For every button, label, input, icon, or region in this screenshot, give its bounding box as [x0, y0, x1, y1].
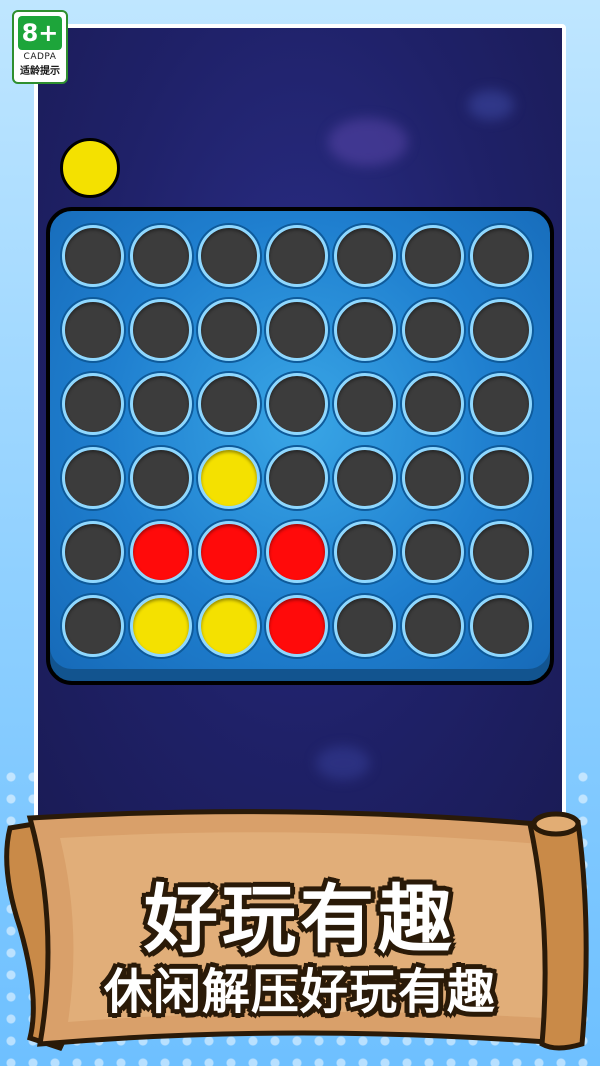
board-cell-empty[interactable]: [334, 225, 396, 287]
game-board[interactable]: [46, 207, 554, 685]
board-cell-empty[interactable]: [62, 447, 124, 509]
banner-title: 好玩有趣: [144, 877, 456, 963]
board-cell-empty[interactable]: [62, 299, 124, 361]
board-cell-empty[interactable]: [470, 447, 532, 509]
board-cell-empty[interactable]: [130, 225, 192, 287]
age-rating-badge: 8+ CADPA 适龄提示: [12, 10, 68, 84]
board-cell-empty[interactable]: [266, 447, 328, 509]
board-cell-red[interactable]: [198, 521, 260, 583]
board-cell-yellow[interactable]: [130, 595, 192, 657]
board-cell-empty[interactable]: [334, 447, 396, 509]
board-cell-yellow[interactable]: [198, 595, 260, 657]
current-player-disc: [60, 138, 120, 198]
board-cell-empty[interactable]: [130, 447, 192, 509]
board-cell-empty[interactable]: [402, 373, 464, 435]
bokeh-light: [316, 746, 370, 780]
board-cell-empty[interactable]: [198, 373, 260, 435]
board-cell-red[interactable]: [266, 521, 328, 583]
board-cell-empty[interactable]: [266, 373, 328, 435]
board-cell-empty[interactable]: [402, 521, 464, 583]
board-cell-red[interactable]: [130, 521, 192, 583]
board-cell-empty[interactable]: [266, 225, 328, 287]
age-rating-org: CADPA: [23, 52, 57, 62]
age-rating-value: 8+: [18, 16, 62, 50]
board-cell-empty[interactable]: [402, 447, 464, 509]
board-cell-empty[interactable]: [198, 225, 260, 287]
board-cell-empty[interactable]: [470, 299, 532, 361]
board-cell-empty[interactable]: [402, 299, 464, 361]
board-cell-empty[interactable]: [334, 595, 396, 657]
banner-subtitle: 休闲解压好玩有趣: [103, 964, 496, 1020]
board-cell-empty[interactable]: [130, 299, 192, 361]
board-cell-empty[interactable]: [198, 299, 260, 361]
board-cell-empty[interactable]: [470, 373, 532, 435]
board-cell-empty[interactable]: [402, 225, 464, 287]
board-cell-empty[interactable]: [266, 299, 328, 361]
board-cell-empty[interactable]: [334, 299, 396, 361]
board-cell-empty[interactable]: [62, 225, 124, 287]
age-rating-hint: 适龄提示: [20, 66, 60, 77]
board-cell-empty[interactable]: [130, 373, 192, 435]
bokeh-light: [328, 118, 408, 166]
board-cell-red[interactable]: [266, 595, 328, 657]
bokeh-light: [468, 90, 514, 120]
board-cell-empty[interactable]: [334, 373, 396, 435]
board-cell-empty[interactable]: [334, 521, 396, 583]
scroll-roll-end: [531, 811, 581, 837]
board-cell-yellow[interactable]: [198, 447, 260, 509]
board-cell-empty[interactable]: [470, 225, 532, 287]
board-cell-empty[interactable]: [470, 595, 532, 657]
board-cell-empty[interactable]: [62, 373, 124, 435]
board-cell-empty[interactable]: [62, 595, 124, 657]
board-cell-empty[interactable]: [62, 521, 124, 583]
board-cell-empty[interactable]: [470, 521, 532, 583]
board-cell-empty[interactable]: [402, 595, 464, 657]
